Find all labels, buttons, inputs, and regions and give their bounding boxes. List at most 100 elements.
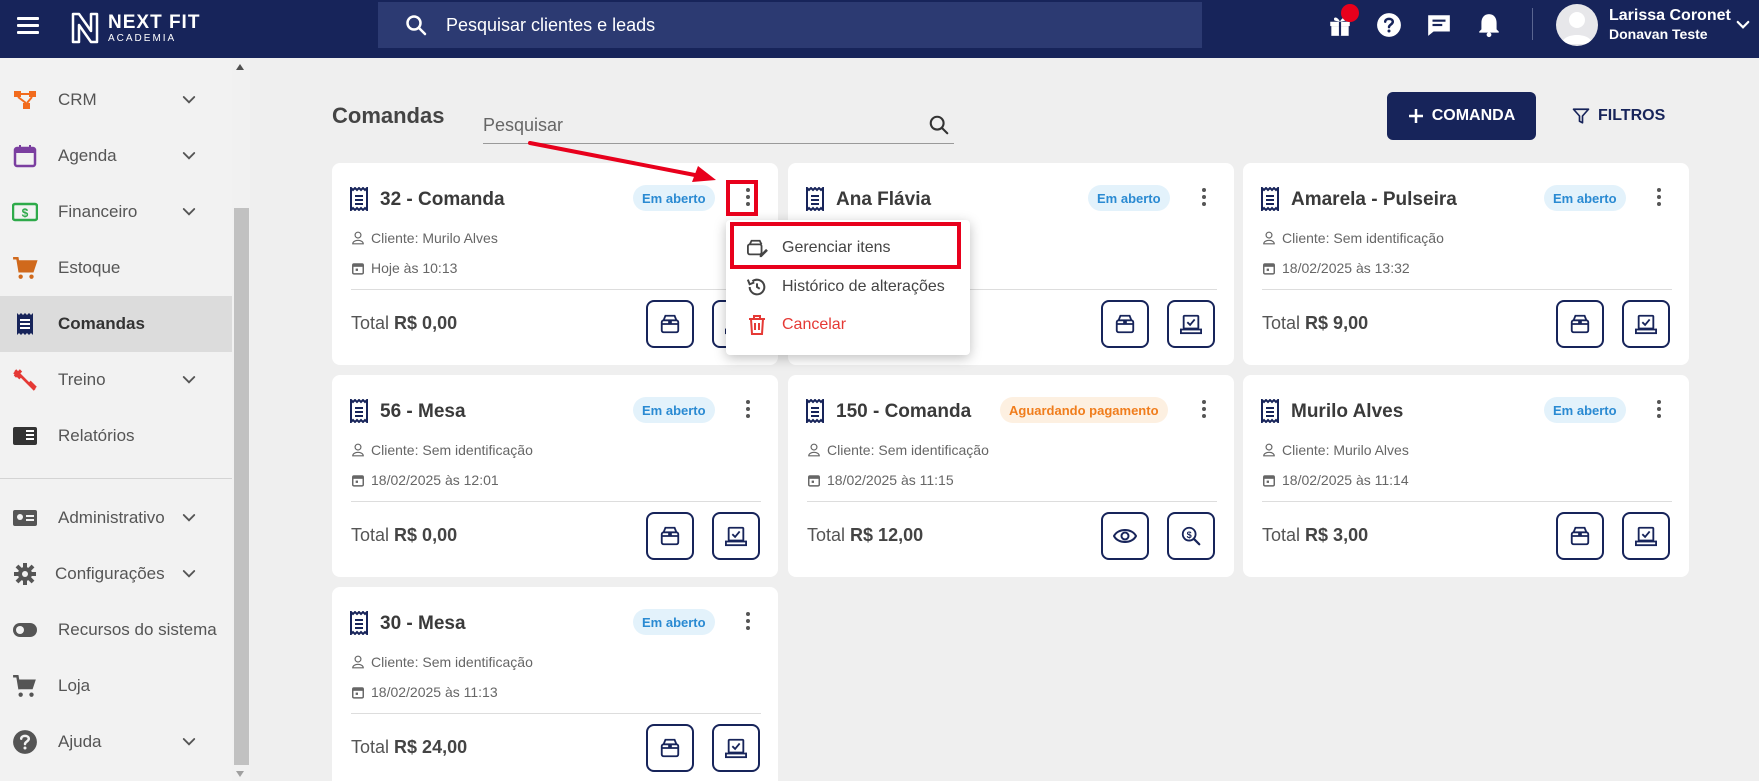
scroll-down-icon[interactable] <box>236 771 244 777</box>
divider <box>351 289 761 290</box>
notifications-button[interactable] <box>1472 8 1506 42</box>
search-payment-button[interactable]: $ <box>1167 512 1215 560</box>
sidebar-item-crm[interactable]: CRM <box>0 72 232 128</box>
sidebar-scroll-thumb[interactable] <box>234 208 249 765</box>
receipt-icon <box>350 611 368 635</box>
avatar[interactable] <box>1556 4 1598 46</box>
add-comanda-button[interactable]: COMANDA <box>1387 92 1536 140</box>
chevron-down-icon <box>182 738 196 746</box>
menu-item-cancel[interactable]: Cancelar <box>726 307 970 343</box>
user-icon <box>1562 12 1592 44</box>
comanda-date-text: 18/02/2025 às 11:14 <box>1282 472 1409 488</box>
dumbbell-icon <box>13 369 37 391</box>
menu-item-label: Cancelar <box>782 316 847 333</box>
history-icon <box>746 278 766 296</box>
more-options-button[interactable] <box>742 397 754 423</box>
sidebar-item-relatorios[interactable]: Relatórios <box>0 408 232 464</box>
user-name[interactable]: Larissa Coronet <box>1609 7 1731 25</box>
manage-items-button[interactable] <box>1556 300 1604 348</box>
help-button[interactable] <box>1372 8 1406 42</box>
global-search[interactable]: Pesquisar clientes e leads <box>378 2 1202 48</box>
view-button[interactable] <box>1101 512 1149 560</box>
comanda-date-text: 18/02/2025 às 13:32 <box>1282 260 1410 276</box>
comanda-card[interactable]: 56 - Mesa Em aberto Cliente: Sem identif… <box>332 375 778 577</box>
comanda-total: Total R$ 9,00 <box>1262 313 1368 334</box>
checkout-button[interactable] <box>1622 300 1670 348</box>
user-unit[interactable]: Donavan Teste <box>1609 26 1708 42</box>
more-options-button[interactable] <box>1198 397 1210 423</box>
sidebar-item-label: Estoque <box>58 258 121 277</box>
receipt-icon <box>806 187 824 211</box>
comanda-client-text: Cliente: Sem identificação <box>371 654 533 670</box>
filters-button[interactable]: FILTROS <box>1572 92 1672 140</box>
calendar-icon <box>808 475 820 487</box>
messages-button[interactable] <box>1422 8 1456 42</box>
status-badge: Aguardando pagamento <box>1000 397 1168 423</box>
menu-item-history[interactable]: Histórico de alterações <box>726 269 970 305</box>
receipt-icon <box>350 399 368 423</box>
sidebar: CRM Agenda $ Financeiro Estoque Comandas… <box>0 58 232 781</box>
scroll-up-icon[interactable] <box>236 64 244 70</box>
sidebar-item-treino[interactable]: Treino <box>0 352 232 408</box>
sidebar-item-ajuda[interactable]: Ajuda <box>0 714 232 770</box>
comanda-card[interactable]: 150 - Comanda Aguardando pagamento Clien… <box>788 375 1234 577</box>
manage-items-button[interactable] <box>1101 300 1149 348</box>
comanda-card[interactable]: Murilo Alves Em aberto Cliente: Murilo A… <box>1243 375 1689 577</box>
more-options-button[interactable] <box>1653 397 1665 423</box>
sidebar-item-label: Recursos do sistema <box>58 620 217 639</box>
search-icon[interactable] <box>928 114 950 136</box>
comanda-card[interactable]: 30 - Mesa Em aberto Cliente: Sem identif… <box>332 587 778 781</box>
trash-icon <box>749 315 765 335</box>
sidebar-item-administrativo[interactable]: Administrativo <box>0 490 232 546</box>
sidebar-item-comandas[interactable]: Comandas <box>0 296 232 352</box>
status-badge: Em aberto <box>1544 397 1626 423</box>
chevron-down-icon[interactable] <box>1734 16 1752 34</box>
receipt-icon <box>350 187 368 211</box>
chat-icon <box>1428 15 1450 36</box>
status-badge: Em aberto <box>633 397 715 423</box>
more-options-button[interactable] <box>1198 185 1210 211</box>
sidebar-item-label: Ajuda <box>58 732 102 751</box>
sidebar-item-loja[interactable]: Loja <box>0 658 232 714</box>
checkout-icon <box>1635 526 1657 547</box>
comanda-total: Total R$ 0,00 <box>351 313 457 334</box>
sidebar-item-estoque[interactable]: Estoque <box>0 240 232 296</box>
comanda-total: Total R$ 0,00 <box>351 525 457 546</box>
comanda-title: 30 - Mesa <box>380 613 466 634</box>
more-options-button[interactable] <box>1653 185 1665 211</box>
checkout-button[interactable] <box>1622 512 1670 560</box>
gift-button[interactable] <box>1323 4 1359 42</box>
chevron-down-icon <box>182 152 196 160</box>
checkout-icon <box>1635 314 1657 335</box>
more-options-button[interactable] <box>742 609 754 635</box>
box-icon <box>1115 314 1135 334</box>
comanda-title: 56 - Mesa <box>380 401 466 422</box>
comanda-card[interactable]: Amarela - Pulseira Em aberto Cliente: Se… <box>1243 163 1689 365</box>
highlight-box <box>726 180 758 216</box>
checkout-button[interactable] <box>712 724 760 772</box>
manage-items-button[interactable] <box>646 512 694 560</box>
manage-items-button[interactable] <box>1556 512 1604 560</box>
comanda-date-text: 18/02/2025 às 11:15 <box>827 472 954 488</box>
sidebar-item-configuracoes[interactable]: Configurações <box>0 546 232 602</box>
comanda-card[interactable]: 32 - Comanda Em aberto Cliente: Murilo A… <box>332 163 778 365</box>
manage-items-button[interactable] <box>646 724 694 772</box>
manage-items-button[interactable] <box>646 300 694 348</box>
logo[interactable]: NEXT FIT ACADEMIA <box>70 8 200 48</box>
highlight-box <box>730 222 961 269</box>
logo-sub: ACADEMIA <box>108 32 177 44</box>
menu-item-label: Histórico de alterações <box>782 278 945 295</box>
checkout-button[interactable] <box>712 512 760 560</box>
checkout-icon <box>1180 314 1202 335</box>
receipt-icon <box>17 313 33 335</box>
sidebar-item-label: Administrativo <box>58 508 165 527</box>
sidebar-item-label: Loja <box>58 676 91 695</box>
menu-icon[interactable] <box>17 17 39 35</box>
checkout-button[interactable] <box>1167 300 1215 348</box>
status-badge: Em aberto <box>1088 185 1170 211</box>
money-icon: $ <box>12 202 38 222</box>
sidebar-item-financeiro[interactable]: $ Financeiro <box>0 184 232 240</box>
sidebar-item-recursos[interactable]: Recursos do sistema <box>0 602 232 658</box>
sidebar-item-agenda[interactable]: Agenda <box>0 128 232 184</box>
total-value: R$ 3,00 <box>1305 525 1369 545</box>
